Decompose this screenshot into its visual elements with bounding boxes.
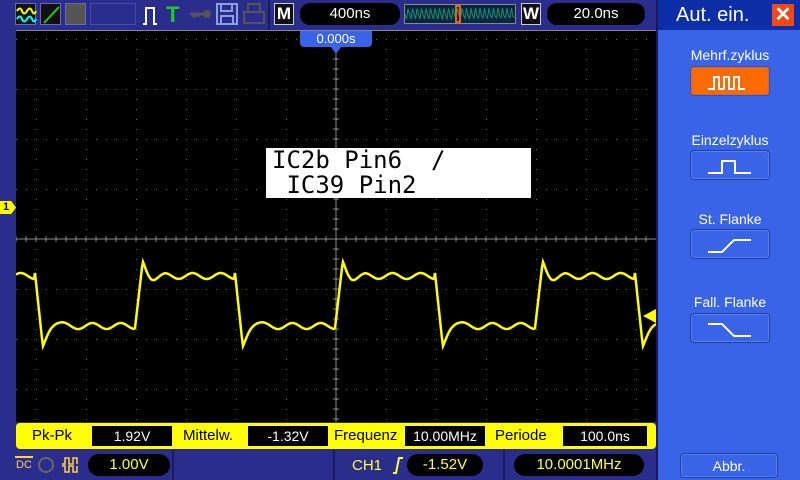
save-icon[interactable] bbox=[216, 3, 238, 25]
volts-per-div[interactable]: 1.00V bbox=[88, 454, 170, 476]
window-timebase-value[interactable]: 20.0ns bbox=[547, 3, 645, 25]
coupling-indicator[interactable]: DC bbox=[15, 456, 33, 471]
single-cycle-button[interactable] bbox=[690, 150, 770, 180]
trigger-level[interactable]: -1.52V bbox=[407, 454, 483, 476]
channel1-trace bbox=[16, 257, 656, 351]
multi-pulse-icon bbox=[708, 76, 745, 90]
channel1-marker[interactable]: 1 bbox=[0, 201, 16, 214]
trigger-t-icon[interactable]: T bbox=[166, 2, 179, 28]
trigger-source[interactable]: CH1 bbox=[352, 457, 382, 474]
multi-cycle-label: Mehrf.zyklus bbox=[690, 47, 770, 63]
falling-edge-button[interactable] bbox=[690, 313, 770, 343]
measurement-label: Mittelw. bbox=[183, 427, 234, 444]
single-pulse-icon bbox=[708, 160, 751, 174]
line-icon[interactable] bbox=[40, 3, 61, 25]
window-badge: W bbox=[521, 3, 541, 25]
rising-edge-trigger-icon bbox=[393, 457, 403, 474]
window-position-marker[interactable] bbox=[454, 5, 461, 23]
falling-edge-icon bbox=[708, 323, 751, 337]
persistence-icon[interactable] bbox=[65, 3, 86, 25]
measurement-label: Pk-Pk bbox=[32, 427, 73, 444]
window-overview[interactable] bbox=[404, 4, 516, 24]
measurement-value: 100.0ns bbox=[563, 426, 647, 446]
timebase-value[interactable]: 400ns bbox=[300, 3, 400, 25]
close-button[interactable]: ✕ bbox=[772, 4, 794, 26]
waveform-icon[interactable] bbox=[15, 3, 37, 25]
status-bar: DC 1.00V CH1 -1.52V 10.0001MHz bbox=[0, 450, 656, 480]
cancel-button[interactable]: Abbr. bbox=[680, 453, 778, 478]
trigger-frequency: 10.0001MHz bbox=[514, 454, 644, 476]
measurement-label: Frequenz bbox=[334, 427, 398, 444]
rising-edge-button[interactable] bbox=[690, 229, 770, 259]
multi-cycle-button[interactable] bbox=[690, 66, 770, 96]
measurement-value: 1.92V bbox=[92, 426, 172, 446]
measurement-value: -1.32V bbox=[248, 426, 328, 446]
single-cycle-label: Einzelzyklus bbox=[691, 132, 769, 148]
measurement-value: 10.00MHz bbox=[405, 426, 485, 446]
side-menu: Aut. ein. ✕ Mehrf.zyklus Einzelzyklus St… bbox=[656, 0, 800, 480]
blank-box bbox=[90, 3, 136, 25]
print-icon bbox=[243, 3, 265, 24]
measurement-bar: Pk-Pk 1.92V Mittelw. -1.32V Frequenz 10.… bbox=[16, 423, 656, 449]
key-icon bbox=[190, 10, 211, 18]
measurement-label: Periode bbox=[495, 427, 547, 444]
invert-icon[interactable] bbox=[61, 456, 79, 474]
waveform-display[interactable]: 0.000s IC2b Pin6 / IC39 Pin2 bbox=[16, 30, 656, 422]
top-toolbar: T M 400ns W 20.0ns bbox=[0, 0, 656, 30]
falling-edge-label: Fall. Flanke bbox=[693, 294, 767, 310]
rising-edge-label: St. Flanke bbox=[698, 211, 762, 227]
rising-edge-icon bbox=[708, 239, 751, 253]
trigger-level-arrow-icon[interactable] bbox=[643, 309, 656, 323]
trigger-pulse-icon[interactable] bbox=[142, 4, 160, 26]
main-timebase-badge: M bbox=[274, 3, 294, 25]
bandwidth-limit-icon[interactable] bbox=[38, 457, 54, 473]
